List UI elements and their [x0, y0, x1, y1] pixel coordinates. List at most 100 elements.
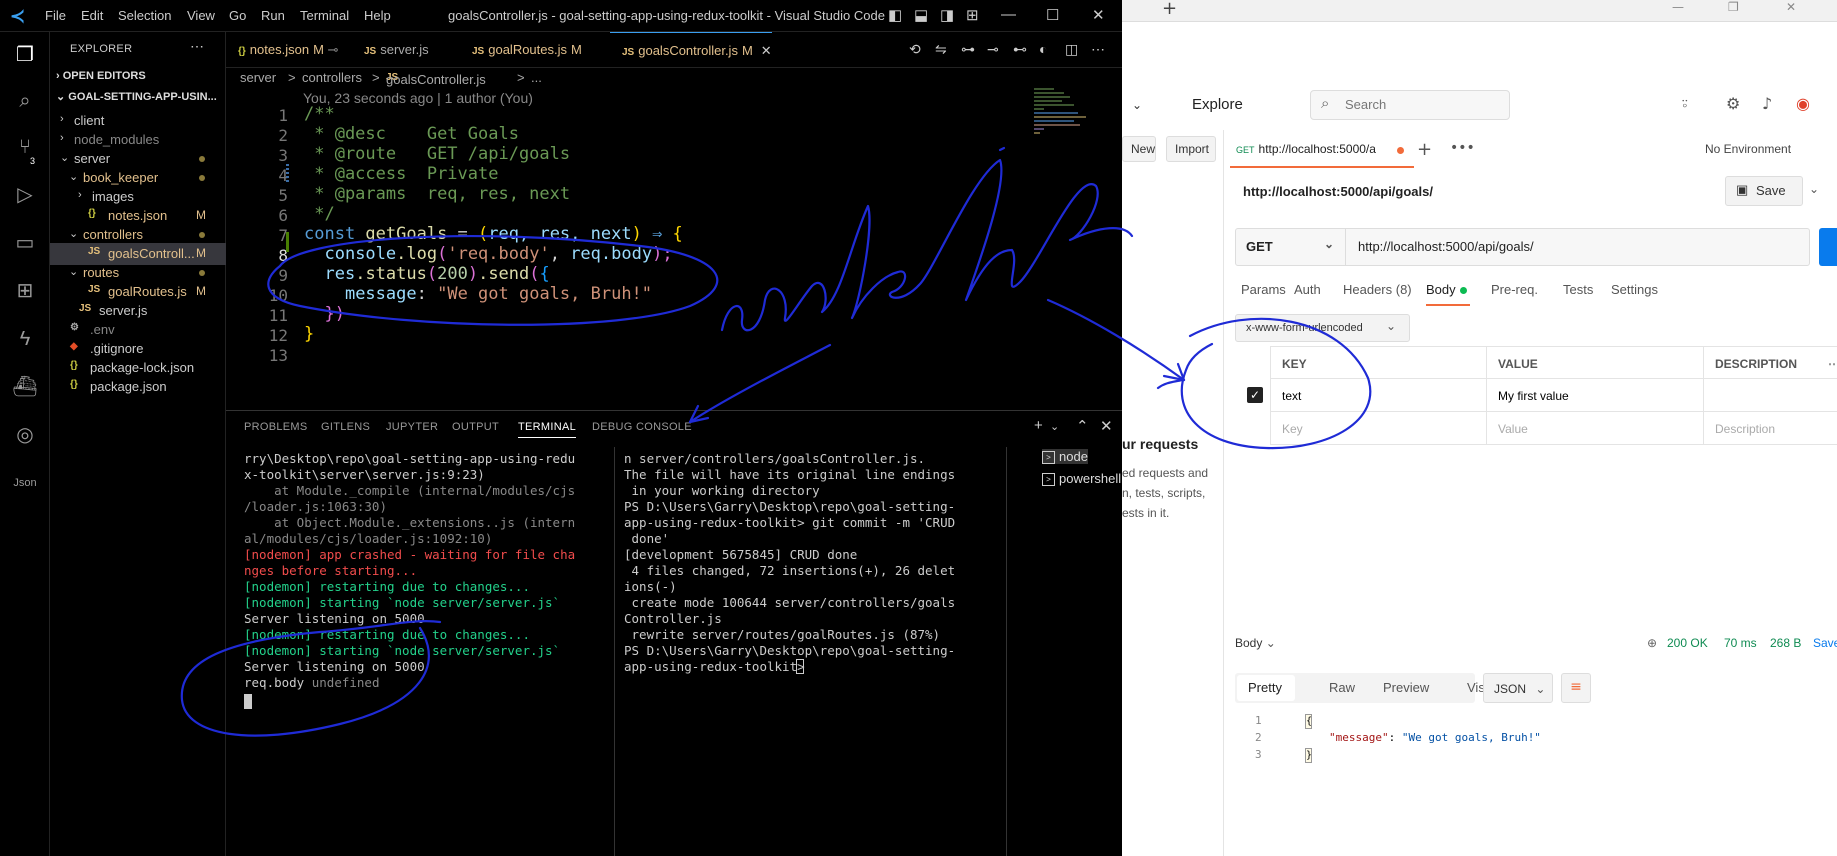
gear-icon[interactable]: ⚙ [1726, 94, 1740, 113]
close-icon[interactable]: ✕ [1786, 0, 1796, 14]
breadcrumb-item[interactable]: controllers [302, 70, 362, 85]
tab-terminal[interactable]: TERMINAL [518, 421, 577, 438]
breadcrumb-item[interactable]: server [240, 70, 276, 85]
format-select[interactable]: JSON ⌄ [1483, 673, 1553, 703]
compare-icon[interactable]: ⇋ [935, 41, 947, 58]
view-raw[interactable]: Raw [1329, 680, 1355, 695]
minimap[interactable] [1034, 88, 1114, 188]
workspace-section[interactable]: ⌄ GOAL-SETTING-APP-USIN... [56, 90, 217, 103]
close-icon[interactable]: ✕ [1092, 6, 1105, 24]
response-body-select[interactable]: Body ⌄ [1235, 636, 1276, 650]
search-input[interactable]: ⌕ Search [1310, 90, 1510, 120]
more-icon[interactable]: ⋯ [1828, 357, 1837, 371]
gitlens-toggle-icon[interactable]: ◐ [1039, 41, 1047, 57]
extensions-icon[interactable]: ⊞ [12, 278, 38, 304]
menu-run[interactable]: Run [261, 8, 285, 23]
globe-icon[interactable]: ⊕ [1647, 636, 1657, 650]
value-input[interactable]: Value [1498, 422, 1528, 436]
key-cell[interactable]: text [1282, 389, 1301, 403]
tab-output[interactable]: OUTPUT [452, 421, 499, 433]
tree-item-package-json[interactable]: {} package.json [50, 376, 226, 398]
new-terminal-icon[interactable]: + [1034, 417, 1043, 434]
chevron-down-icon[interactable]: ⌄ [1132, 98, 1142, 112]
menu-go[interactable]: Go [229, 8, 246, 23]
toggle-panel-icon[interactable]: ⬓ [914, 6, 928, 24]
explore-link[interactable]: Explore [1192, 96, 1243, 113]
open-editors-section[interactable]: › OPEN EDITORS [56, 70, 146, 82]
minimize-icon[interactable]: — [1672, 0, 1684, 14]
close-tab-icon[interactable]: ✕ [761, 43, 772, 58]
pin-icon[interactable]: ⊸ [328, 42, 339, 57]
explorer-icon[interactable]: ❐ [12, 42, 38, 68]
chevron-down-icon[interactable]: ⌄ [1809, 182, 1819, 196]
tab-problems[interactable]: PROBLEMS [244, 421, 308, 433]
save-response-button[interactable]: Save [1813, 636, 1837, 650]
tab-body[interactable]: Body [1426, 282, 1467, 297]
tab-params[interactable]: Params [1241, 282, 1286, 297]
save-button[interactable]: ▣ Save [1725, 176, 1803, 206]
code-editor[interactable]: 1 2 3 4 5 6 7 8 9 10 11 12 13 /** * @desc Get Goals … [226, 104, 1122, 410]
timeline-icon[interactable]: ⟲ [909, 41, 921, 58]
tab-notes-json[interactable]: {} notes.json M ⊸ [226, 32, 338, 68]
terminal-output-right[interactable]: n server/controllers/goalsController.js.… [624, 451, 955, 675]
tab-debug-console[interactable]: DEBUG CONSOLE [592, 421, 692, 433]
close-panel-icon[interactable]: ✕ [1100, 417, 1113, 435]
menu-terminal[interactable]: Terminal [300, 8, 349, 23]
tab-server-js[interactable]: JS server.js [352, 32, 429, 68]
tab-headers[interactable]: Headers (8) [1343, 282, 1412, 297]
body-encoding-select[interactable]: x-www-form-urlencoded ⌄ [1235, 314, 1410, 342]
environment-select[interactable]: No Environment [1705, 142, 1791, 156]
tab-auth[interactable]: Auth [1294, 282, 1321, 297]
json-icon[interactable]: Json [12, 470, 38, 496]
menu-selection[interactable]: Selection [118, 8, 171, 23]
bell-icon[interactable]: ♪ [1762, 94, 1772, 113]
method-select[interactable]: GET ⌄ [1236, 229, 1346, 265]
maximize-icon[interactable]: ☐ [1046, 6, 1059, 24]
menu-file[interactable]: File [45, 8, 66, 23]
more-tabs-icon[interactable]: ••• [1450, 140, 1475, 156]
send-button[interactable] [1819, 228, 1837, 266]
terminal-output-left[interactable]: rry\Desktop\repo\goal-setting-app-using-… [244, 451, 575, 675]
terminal-split-divider[interactable] [614, 447, 615, 856]
git-blame-codelens[interactable]: You, 23 seconds ago | 1 author (You) [303, 90, 533, 106]
new-tab-icon[interactable]: + [1162, 0, 1177, 18]
tab-goals-controller[interactable]: JS goalsController.js M ✕ [610, 32, 772, 68]
add-tab-icon[interactable]: + [1417, 139, 1432, 160]
maximize-icon[interactable]: ❐ [1728, 0, 1739, 14]
view-preview[interactable]: Preview [1383, 680, 1429, 695]
description-input[interactable]: Description [1715, 422, 1775, 436]
chevron-down-icon[interactable]: ⌄ [1050, 420, 1059, 433]
key-input[interactable]: Key [1282, 422, 1303, 436]
git-prev-icon[interactable]: ⊶ [961, 41, 975, 58]
run-debug-icon[interactable]: ▷ [12, 182, 38, 208]
new-button[interactable]: New [1122, 136, 1156, 162]
split-editor-icon[interactable]: ◫ [1065, 41, 1078, 58]
terminal-item-powershell[interactable]: > powershell [1042, 471, 1121, 487]
toggle-sidebar-icon[interactable]: ◧ [888, 6, 902, 24]
thunder-client-icon[interactable]: ϟ [12, 326, 38, 352]
request-tab[interactable]: GET http://localhost:5000/a [1230, 130, 1414, 168]
tab-settings[interactable]: Settings [1611, 282, 1658, 297]
tab-tests[interactable]: Tests [1563, 282, 1593, 297]
git-commit-icon[interactable]: ⊸ [987, 41, 999, 58]
wrap-icon[interactable]: ≡ [1561, 673, 1591, 703]
tab-jupyter[interactable]: JUPYTER [386, 421, 438, 433]
terminal-item-node[interactable]: > node [1042, 449, 1088, 465]
tab-pre-request[interactable]: Pre-req. [1491, 282, 1538, 297]
avatar[interactable]: ◉ [1796, 94, 1810, 113]
view-pretty[interactable]: Pretty [1237, 675, 1295, 701]
menu-help[interactable]: Help [364, 8, 391, 23]
git-next-icon[interactable]: ⊷ [1013, 41, 1027, 58]
value-cell[interactable]: My first value [1498, 389, 1569, 403]
tab-goal-routes[interactable]: JS goalRoutes.js M [460, 32, 582, 68]
import-button[interactable]: Import [1166, 136, 1216, 162]
minimize-icon[interactable]: — [1001, 6, 1016, 23]
menu-view[interactable]: View [187, 8, 215, 23]
toggle-secondary-icon[interactable]: ◨ [940, 6, 954, 24]
gitlens-icon[interactable]: ◎ [12, 422, 38, 448]
invite-icon[interactable]: ⍤ [1680, 94, 1690, 114]
menu-edit[interactable]: Edit [81, 8, 103, 23]
layout-icon[interactable]: ⊞ [966, 6, 979, 24]
breadcrumb-item[interactable]: ... [531, 70, 542, 85]
url-input[interactable]: http://localhost:5000/api/goals/ [1358, 239, 1534, 254]
